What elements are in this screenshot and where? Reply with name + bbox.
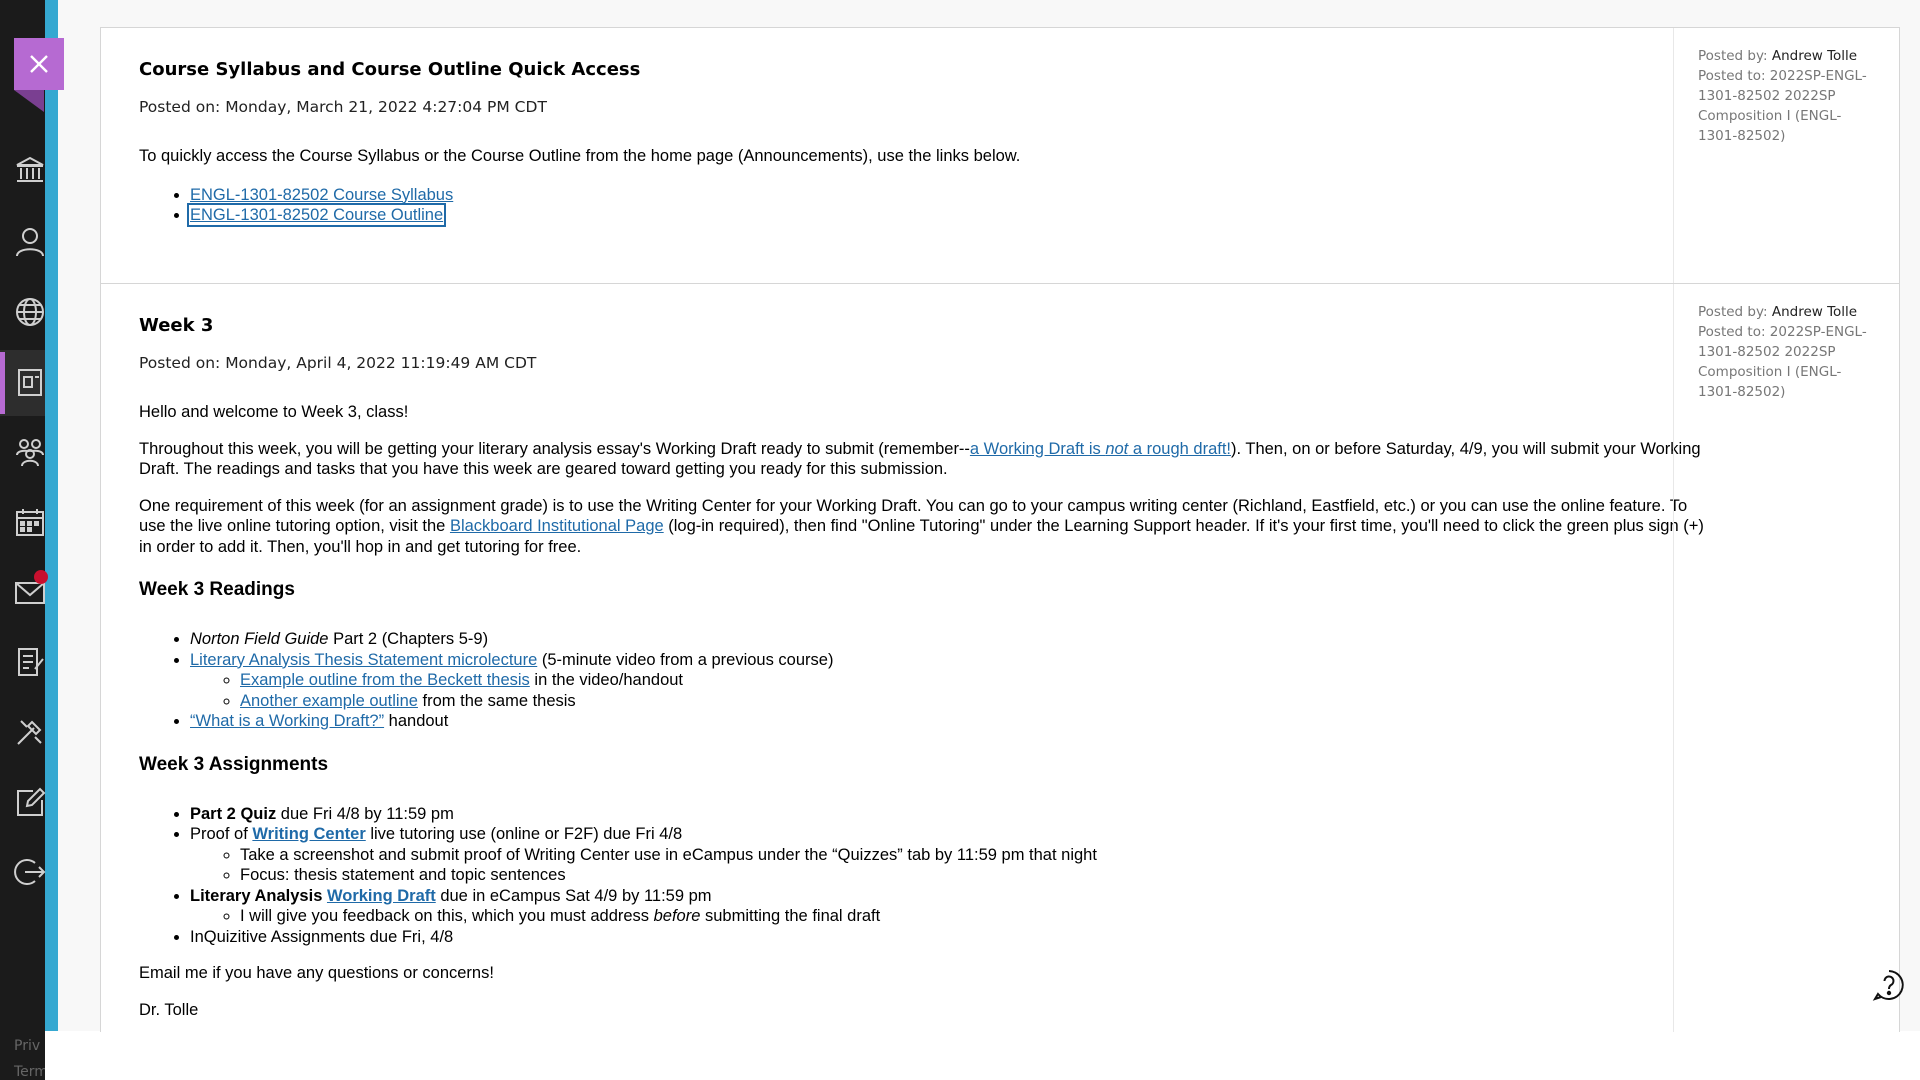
paragraph-working-draft: Throughout this week, you will be gettin… [139,439,1701,479]
posted-by: Andrew Tolle [1771,304,1858,320]
terms-link[interactable]: Term [14,1064,48,1080]
close-button-tail [14,90,44,112]
list-item: ENGL-1301-82502 Course Outline [186,203,1711,227]
nav-courses[interactable] [10,362,50,402]
announcement-post: Course Syllabus and Course Outline Quick… [101,28,1899,284]
bottom-strip [45,1031,1920,1080]
help-button[interactable] [1872,968,1906,1002]
list-item: Focus: thesis statement and topic senten… [240,865,1711,886]
another-outline-link[interactable]: Another example outline [240,692,418,710]
profile-icon [16,228,44,257]
working-draft-handout-link[interactable]: “What is a Working Draft?” [190,712,384,730]
post-intro: To quickly access the Course Syllabus or… [139,147,1021,165]
beckett-outline-link[interactable]: Example outline from the Beckett thesis [240,671,530,689]
calendar-icon [16,509,44,536]
posted-to: Posted to: 2022SP-ENGL-1301-82502 2022SP… [1698,68,1867,144]
blackboard-institutional-link[interactable]: Blackboard Institutional Page [450,517,664,535]
institution-icon [16,156,44,182]
help-circle-icon [1872,970,1904,1001]
paragraph-writing-center: One requirement of this week (for an ass… [139,496,1704,556]
announcement-post: Week 3 Posted on: Monday, April 4, 2022 … [101,284,1899,1032]
list-item: Take a screenshot and submit proof of Wr… [240,845,1711,866]
posted-by-label: Posted by: [1698,48,1768,64]
nav-edit[interactable] [10,782,50,822]
nav-calendar[interactable] [10,502,50,542]
post-meta: Posted by: Andrew Tolle Posted to: 2022S… [1673,284,1899,1032]
announcements-feed: Course Syllabus and Course Outline Quick… [100,27,1900,1032]
list-item: ENGL-1301-82502 Course Syllabus [190,185,1711,206]
close-button[interactable] [14,38,64,90]
grades-icon [18,648,44,676]
nav-signout[interactable] [10,852,50,892]
nav-institution[interactable] [10,150,50,190]
nav-active-indicator [0,352,5,414]
privacy-link[interactable]: Priv [14,1038,40,1054]
nav-tools[interactable] [10,712,50,752]
signature: Dr. Tolle [139,1000,199,1019]
link-list: ENGL-1301-82502 Course Syllabus ENGL-130… [139,185,1711,227]
posted-by: Andrew Tolle [1771,48,1858,64]
list-item: Example outline from the Beckett thesis … [240,670,1711,691]
outline-link[interactable]: ENGL-1301-82502 Course Outline [186,203,447,227]
messages-badge [34,570,48,584]
nav-profile[interactable] [10,222,50,262]
readings-heading: Week 3 Readings [139,579,295,600]
nav-grades[interactable] [10,642,50,682]
courses-icon [18,369,42,396]
post-title: Week 3 [139,315,214,336]
signout-icon [14,859,46,885]
list-item: Literary Analysis Thesis Statement micro… [190,650,1711,712]
list-item: “What is a Working Draft?” handout [190,711,1711,732]
assignments-list: Part 2 Quiz due Fri 4/8 by 11:59 pm Proo… [139,804,1711,948]
writing-center-link[interactable]: Writing Center [252,825,365,843]
list-item: InQuizitive Assignments due Fri, 4/8 [190,927,1711,948]
list-item: Norton Field Guide Part 2 (Chapters 5-9) [190,629,1711,650]
list-item: Literary Analysis Working Draft due in e… [190,886,1711,927]
greeting: Hello and welcome to Week 3, class! [139,403,409,421]
list-item: I will give you feedback on this, which … [240,906,1711,927]
nav-groups[interactable] [10,432,50,472]
close-icon [30,55,48,73]
edit-icon [17,787,46,816]
posted-on: Posted on: Monday, March 21, 2022 4:27:0… [139,98,547,116]
working-draft-link[interactable]: a Working Draft is not a rough draft! [970,440,1231,458]
posted-to: Posted to: 2022SP-ENGL-1301-82502 2022SP… [1698,324,1867,400]
list-item: Another example outline from the same th… [240,691,1711,712]
assignments-heading: Week 3 Assignments [139,753,329,775]
syllabus-link[interactable]: ENGL-1301-82502 Course Syllabus [190,186,453,204]
readings-list: Norton Field Guide Part 2 (Chapters 5-9)… [139,629,1711,732]
list-item: Proof of Writing Center live tutoring us… [190,824,1711,886]
globe-icon [16,298,44,326]
posted-on: Posted on: Monday, April 4, 2022 11:19:4… [139,354,537,372]
post-meta: Posted by: Andrew Tolle Posted to: 2022S… [1673,28,1899,283]
posted-by-label: Posted by: [1698,304,1768,320]
microlecture-link[interactable]: Literary Analysis Thesis Statement micro… [190,651,537,669]
tools-icon [17,720,42,745]
list-item: Part 2 Quiz due Fri 4/8 by 11:59 pm [190,804,1711,825]
working-draft-assignment-link[interactable]: Working Draft [327,887,436,905]
nav-global[interactable] [10,292,50,332]
post-title: Course Syllabus and Course Outline Quick… [139,59,641,80]
closing: Email me if you have any questions or co… [139,964,494,982]
groups-icon [16,439,44,467]
